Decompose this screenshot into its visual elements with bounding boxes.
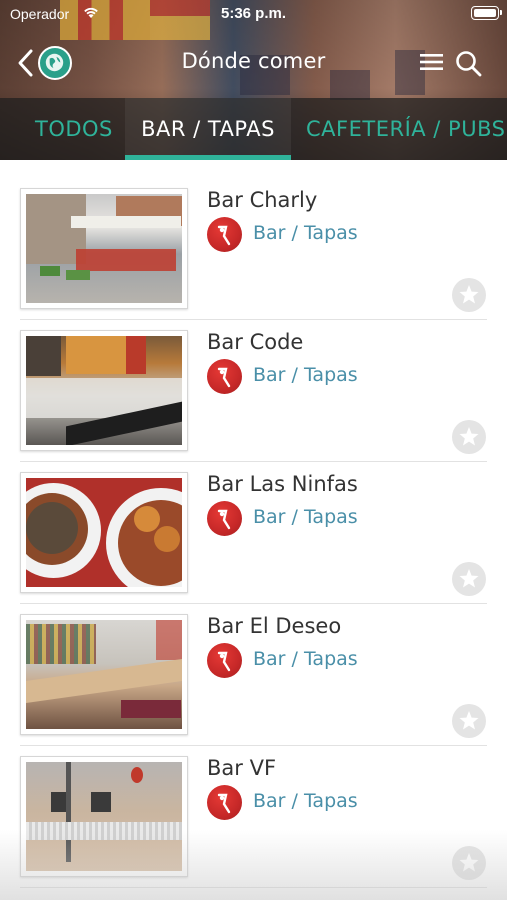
- divider: [20, 887, 487, 888]
- category-bar-icon: [207, 217, 242, 252]
- item-name: Bar El Deseo: [207, 614, 342, 638]
- item-photo: [26, 762, 182, 871]
- item-photo-frame: [20, 756, 188, 877]
- item-category: Bar / Tapas: [253, 364, 358, 386]
- battery-icon: [471, 6, 502, 20]
- status-time: 5:36 p.m.: [220, 5, 287, 22]
- menu-icon[interactable]: [419, 51, 445, 73]
- favorite-star-icon[interactable]: [452, 846, 486, 880]
- category-tabs: TODOS BAR / TAPAS CAFETERÍA / PUBS: [0, 98, 507, 160]
- item-photo: [26, 620, 182, 729]
- list-item[interactable]: Bar VF Bar / Tapas: [0, 728, 507, 888]
- restaurant-list: Bar Charly Bar / Tapas Bar Code Bar / Ta…: [0, 160, 507, 900]
- status-bar: Operador 5:36 p.m.: [0, 0, 507, 28]
- item-photo: [26, 194, 182, 303]
- item-photo: [26, 336, 182, 445]
- item-photo-frame: [20, 330, 188, 451]
- category-bar-icon: [207, 359, 242, 394]
- item-photo: [26, 478, 182, 587]
- tab-todos[interactable]: TODOS: [35, 98, 113, 160]
- item-category: Bar / Tapas: [253, 222, 358, 244]
- item-category: Bar / Tapas: [253, 648, 358, 670]
- item-name: Bar Las Ninfas: [207, 472, 358, 496]
- list-item[interactable]: Bar Charly Bar / Tapas: [0, 160, 507, 320]
- list-item[interactable]: Bar Code Bar / Tapas: [0, 302, 507, 462]
- item-category: Bar / Tapas: [253, 506, 358, 528]
- tab-bar-tapas[interactable]: BAR / TAPAS: [125, 98, 291, 160]
- search-icon[interactable]: [455, 49, 483, 79]
- list-item[interactable]: Bar Las Ninfas Bar / Tapas: [0, 444, 507, 604]
- category-bar-icon: [207, 501, 242, 536]
- item-name: Bar VF: [207, 756, 277, 780]
- item-name: Bar Code: [207, 330, 304, 354]
- nav-bar: Dónde comer: [0, 38, 507, 90]
- item-photo-frame: [20, 188, 188, 309]
- item-category: Bar / Tapas: [253, 790, 358, 812]
- category-bar-icon: [207, 785, 242, 820]
- item-photo-frame: [20, 614, 188, 735]
- item-photo-frame: [20, 472, 188, 593]
- list-item[interactable]: Bar El Deseo Bar / Tapas: [0, 586, 507, 746]
- tab-cafeteria-pubs[interactable]: CAFETERÍA / PUBS: [306, 98, 505, 160]
- category-bar-icon: [207, 643, 242, 678]
- item-name: Bar Charly: [207, 188, 318, 212]
